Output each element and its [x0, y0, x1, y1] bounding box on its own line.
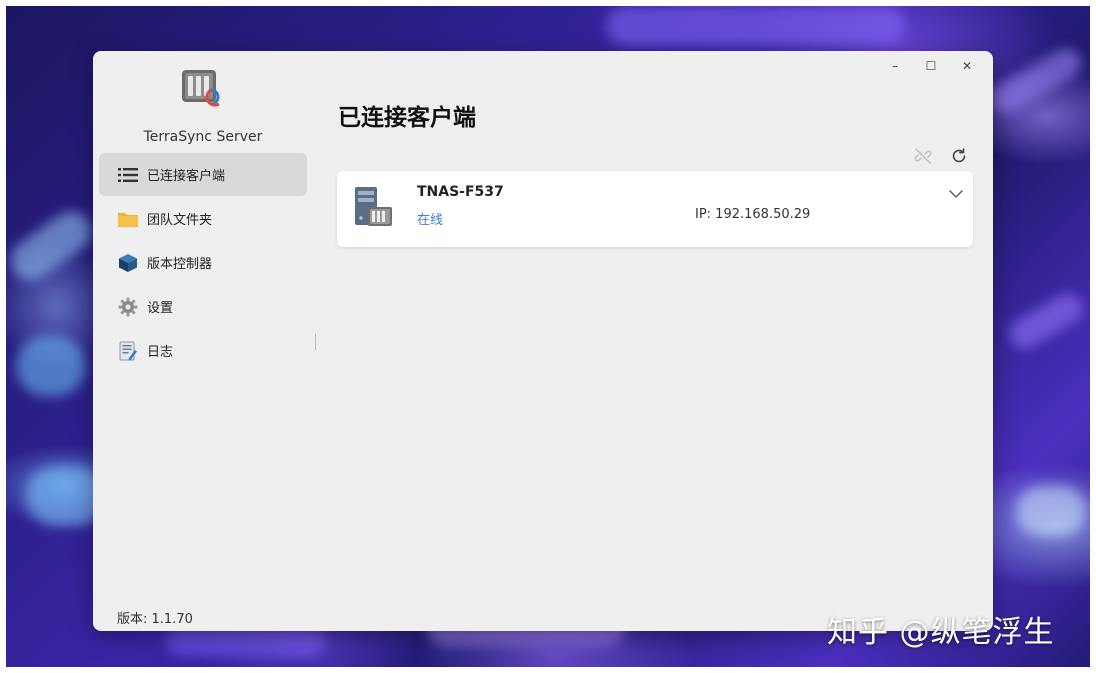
app-name: TerraSync Server: [143, 129, 263, 145]
toolbar: [911, 144, 971, 168]
close-button[interactable]: ✕: [949, 55, 985, 77]
page-title: 已连接客户端: [338, 105, 476, 131]
client-name: TNAS-F537: [417, 184, 504, 200]
wallpaper-streak: [1016, 486, 1086, 536]
app-logo-icon: [181, 68, 225, 108]
watermark: 知乎 @纵笔浮生: [827, 615, 1055, 650]
wallpaper-streak: [985, 43, 1087, 119]
sidebar-item-version-controller[interactable]: 版本控制器: [99, 241, 307, 284]
minimize-button[interactable]: –: [877, 55, 913, 77]
sidebar: TerraSync Server 已连接客户端 团队文件夹 版本控制器 设置 日…: [93, 51, 315, 631]
gear-icon: [117, 296, 139, 318]
refresh-icon[interactable]: [947, 144, 971, 168]
sidebar-item-label: 已连接客户端: [147, 169, 226, 184]
sidebar-item-label: 版本控制器: [147, 257, 213, 272]
chevron-down-icon[interactable]: [947, 187, 965, 201]
log-icon: [117, 340, 139, 362]
maximize-button[interactable]: ☐: [913, 55, 949, 77]
client-status: 在线: [417, 213, 444, 228]
sidebar-item-label: 团队文件夹: [147, 213, 213, 228]
sidebar-item-label: 日志: [147, 345, 174, 360]
unlink-icon[interactable]: [911, 144, 935, 168]
nas-server-icon: [353, 187, 393, 227]
wallpaper-streak: [1003, 288, 1089, 354]
sidebar-resize-handle[interactable]: [315, 334, 316, 350]
sidebar-item-label: 设置: [147, 301, 174, 316]
folder-icon: [117, 208, 139, 230]
client-card[interactable]: TNAS-F537 在线 IP: 192.168.50.29: [337, 171, 973, 247]
version-label: 版本: 1.1.70: [117, 612, 193, 627]
wallpaper-streak: [606, 6, 906, 46]
sidebar-item-team-folders[interactable]: 团队文件夹: [99, 197, 307, 240]
client-ip: IP: 192.168.50.29: [695, 207, 811, 222]
sidebar-item-logs[interactable]: 日志: [99, 329, 307, 372]
sidebar-item-settings[interactable]: 设置: [99, 285, 307, 328]
wallpaper-streak: [16, 336, 86, 396]
app-window: – ☐ ✕ TerraSync Server 已连接客户端 团队文件夹 版本控制…: [93, 51, 993, 631]
cube-icon: [117, 252, 139, 274]
window-controls: – ☐ ✕: [877, 55, 985, 77]
sidebar-item-connected-clients[interactable]: 已连接客户端: [99, 153, 307, 196]
list-icon: [117, 164, 139, 186]
wallpaper-streak: [6, 203, 100, 289]
